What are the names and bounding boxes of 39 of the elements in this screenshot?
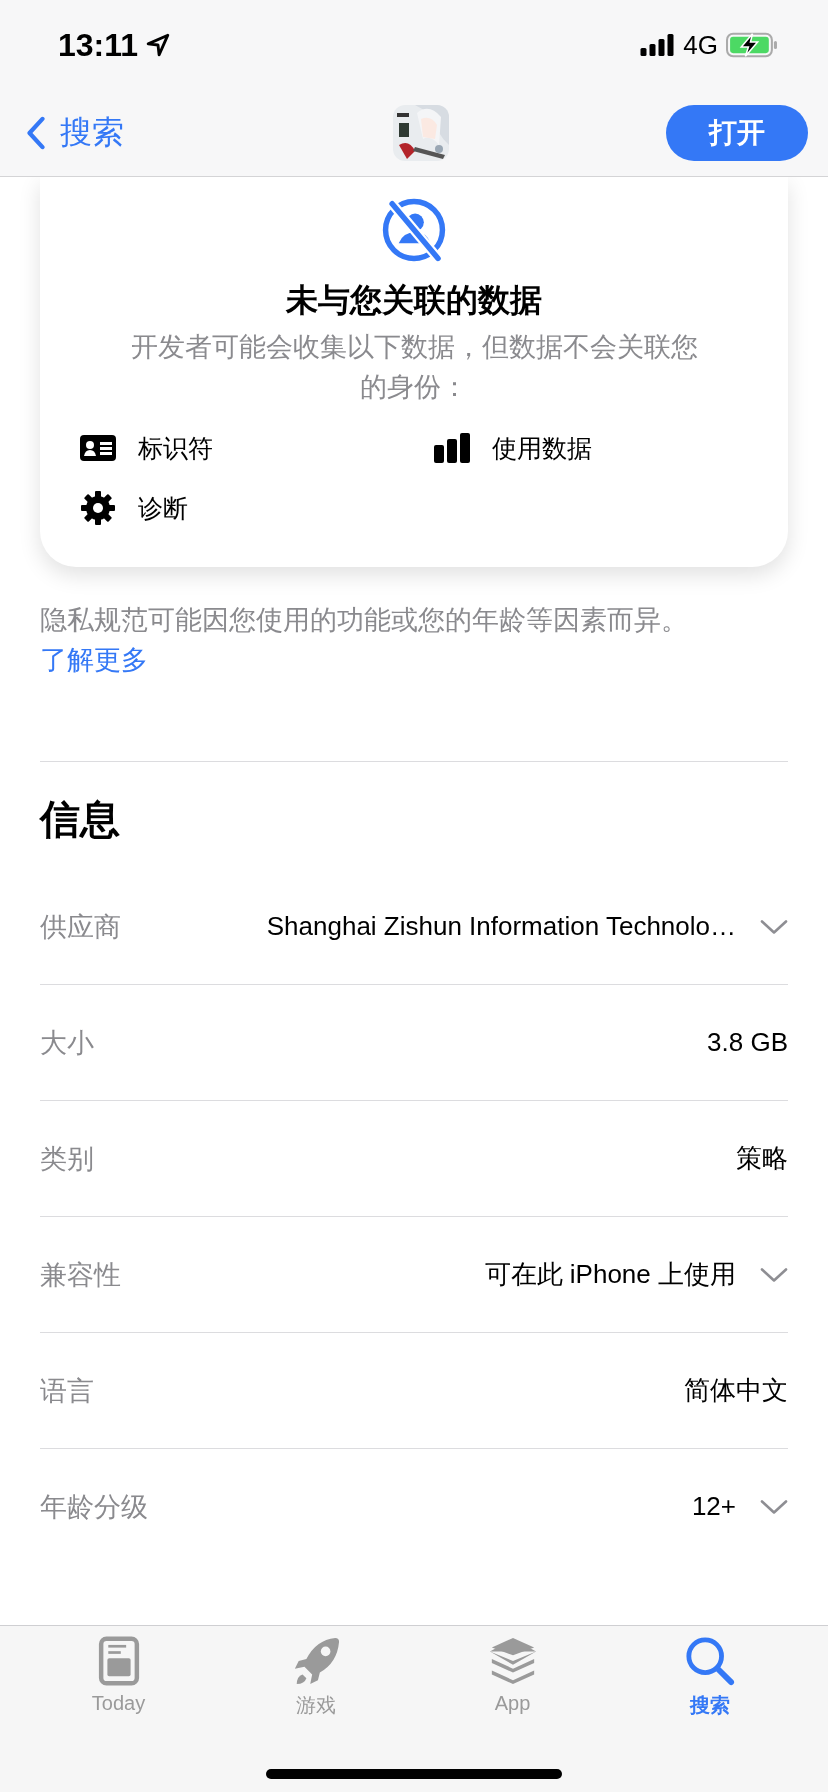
back-button[interactable]: 搜索 — [26, 111, 124, 155]
info-value: 策略 — [736, 1142, 788, 1175]
clock-time: 13:11 — [58, 26, 139, 64]
info-label: 年龄分级 — [40, 1490, 148, 1524]
gear-icon — [80, 490, 116, 526]
tab-item[interactable]: Today — [58, 1636, 179, 1715]
search-icon — [684, 1636, 735, 1686]
info-value: 简体中文 — [684, 1374, 788, 1407]
network-type: 4G — [683, 29, 718, 61]
card-title: 未与您关联的数据 — [286, 281, 542, 320]
chevron-down-icon[interactable] — [760, 1266, 788, 1283]
card-description: 开发者可能会收集以下数据，但数据不会关联您的身份： — [129, 331, 699, 404]
info-label: 兼容性 — [40, 1258, 121, 1292]
info-label: 语言 — [40, 1374, 94, 1408]
tab-item[interactable]: 游戏 — [255, 1636, 376, 1719]
battery-charging-icon — [726, 32, 778, 58]
learn-more-link[interactable]: 了解更多 — [40, 639, 148, 681]
privacy-note: 隐私规范可能因您使用的功能或您的年龄等因素而异。 — [40, 604, 689, 637]
info-label: 大小 — [40, 1026, 94, 1060]
open-button[interactable]: 打开 — [666, 105, 808, 161]
tab-item[interactable]: App — [452, 1636, 573, 1715]
data-type-label: 诊断 — [138, 492, 188, 524]
info-value: Shanghai Zishun Information Technolo… — [266, 911, 736, 942]
data-type-label: 使用数据 — [492, 432, 592, 464]
info-value: 12+ — [691, 1491, 736, 1522]
location-arrow-icon — [146, 33, 171, 57]
info-value: 3.8 GB — [707, 1027, 788, 1058]
data-type-label: 标识符 — [138, 432, 213, 464]
id-card-icon — [80, 435, 116, 461]
chevron-down-icon[interactable] — [760, 1498, 788, 1515]
info-value: 可在此 iPhone 上使用 — [484, 1258, 736, 1291]
info-label: 供应商 — [40, 910, 121, 944]
signal-icon — [639, 34, 676, 56]
tab-item[interactable]: 搜索 — [649, 1636, 770, 1719]
info-label: 类别 — [40, 1142, 94, 1176]
back-chevron-icon — [26, 116, 46, 150]
section-heading: 信息 — [40, 796, 121, 843]
bar-chart-icon — [434, 433, 470, 463]
chevron-down-icon[interactable] — [760, 918, 788, 935]
